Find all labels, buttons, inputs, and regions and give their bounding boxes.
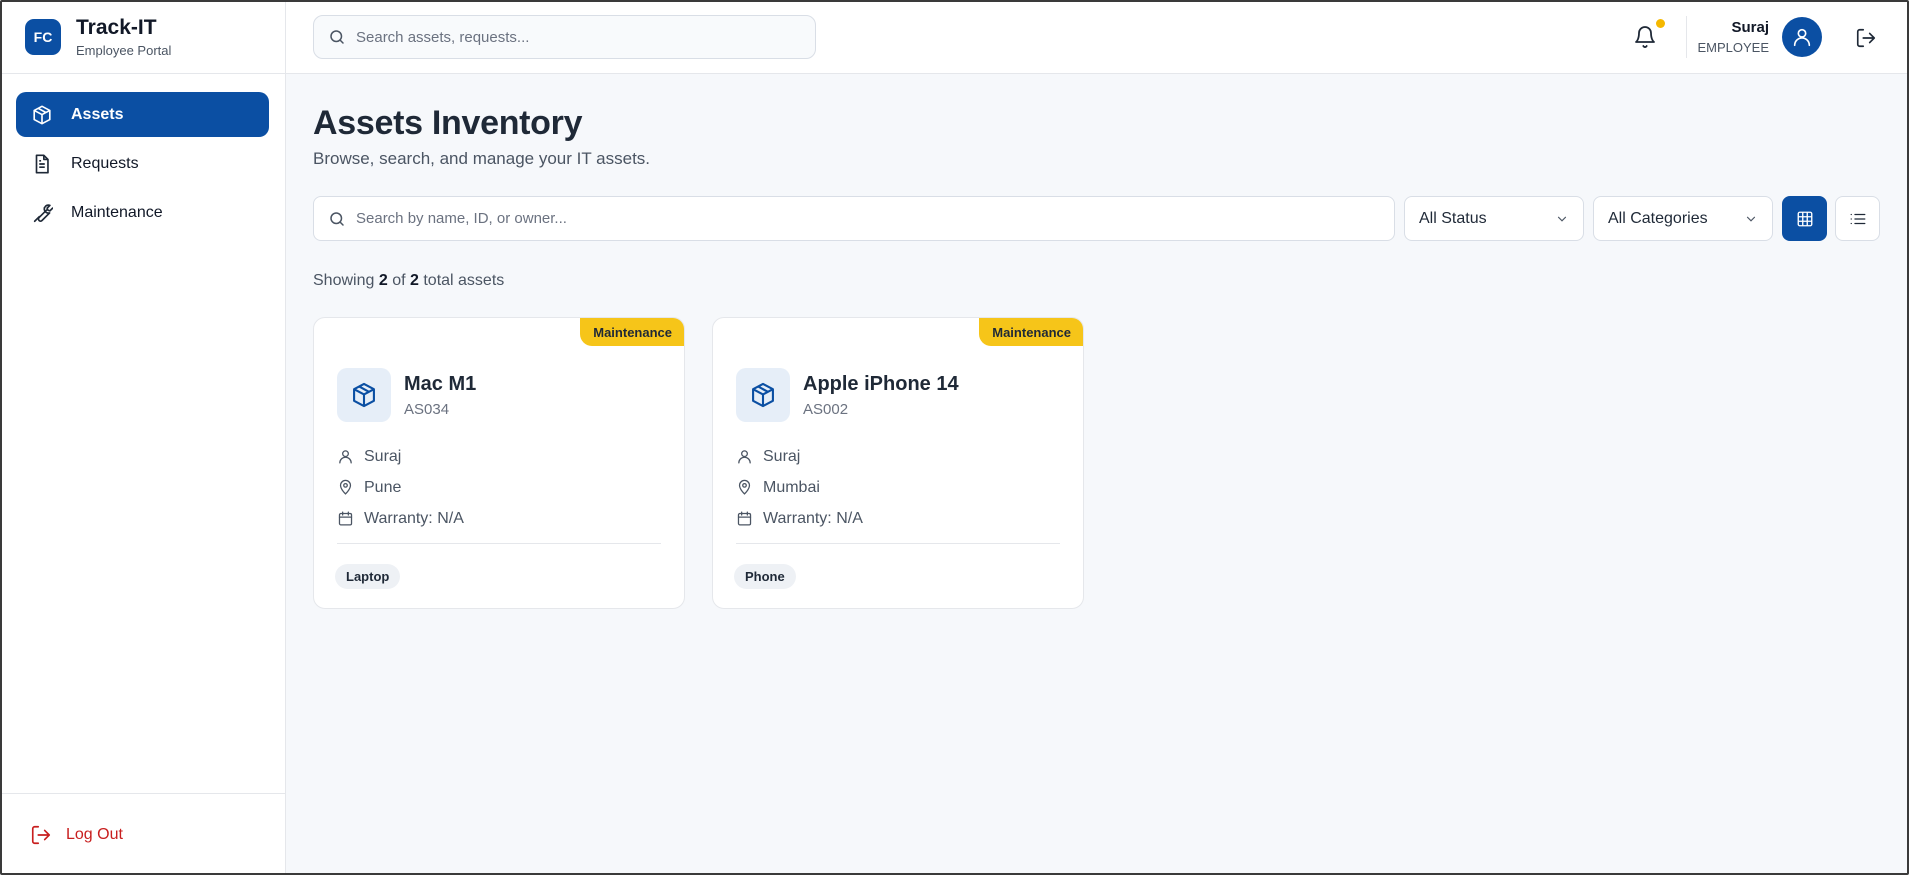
asset-card[interactable]: Maintenance Apple iPhone 14 AS002 Suraj …: [712, 317, 1084, 609]
calendar-icon: [737, 511, 752, 526]
logout-label: Log Out: [66, 825, 123, 843]
asset-owner: Suraj: [736, 441, 863, 472]
chevron-down-icon: [1557, 216, 1567, 222]
page-subtitle: Browse, search, and manage your IT asset…: [313, 149, 651, 168]
app-subtitle: Employee Portal: [76, 42, 172, 58]
sidebar: FC Track-IT Employee Portal Assets Reque…: [0, 0, 286, 875]
cube-icon: [752, 382, 774, 408]
status-select-value: All Status: [1419, 209, 1487, 227]
status-badge: Maintenance: [580, 318, 684, 346]
asset-search-input[interactable]: [356, 210, 1356, 227]
asset-card[interactable]: Maintenance Mac M1 AS034 Suraj Pune Warr…: [313, 317, 685, 609]
asset-location: Mumbai: [736, 472, 863, 503]
search-icon: [330, 211, 344, 226]
notification-dot: [1656, 19, 1665, 28]
asset-name: Mac M1: [404, 372, 477, 395]
top-header: Suraj EMPLOYEE: [286, 0, 1909, 74]
asset-icon-box: [337, 368, 391, 422]
filter-bar: All Status All Categories: [313, 196, 1880, 242]
bell-icon[interactable]: [1633, 25, 1657, 49]
asset-owner-text: Suraj: [364, 447, 402, 465]
status-select[interactable]: All Status: [1404, 196, 1584, 241]
user-name: Suraj: [1731, 19, 1769, 36]
main-content: Assets Inventory Browse, search, and man…: [313, 74, 1880, 617]
asset-icon-box: [736, 368, 790, 422]
asset-warranty-text: Warranty: N/A: [763, 509, 863, 527]
app-title: Track-IT: [76, 15, 157, 39]
category-select[interactable]: All Categories: [1593, 196, 1773, 241]
brand: FC Track-IT Employee Portal: [0, 0, 285, 74]
asset-location-text: Pune: [364, 478, 402, 496]
card-divider: [337, 543, 661, 544]
user-icon: [738, 450, 751, 464]
asset-warranty-text: Warranty: N/A: [364, 509, 464, 527]
brand-logo: FC: [25, 18, 61, 55]
cube-icon: [353, 382, 375, 408]
header-logout-icon[interactable]: [1855, 27, 1877, 49]
asset-location-text: Mumbai: [763, 478, 820, 496]
logout-button[interactable]: Log Out: [0, 793, 285, 875]
global-search[interactable]: [313, 15, 816, 59]
status-badge: Maintenance: [979, 318, 1083, 346]
asset-warranty: Warranty: N/A: [337, 503, 464, 534]
user-icon: [339, 450, 352, 464]
sidebar-item-requests[interactable]: Requests: [16, 141, 269, 186]
sidebar-item-label: Maintenance: [71, 203, 163, 221]
user-icon: [1793, 28, 1811, 47]
category-tag: Phone: [734, 564, 796, 589]
count-shown: 2: [378, 272, 388, 289]
sidebar-item-label: Requests: [71, 154, 139, 172]
grid-icon: [1797, 211, 1812, 226]
user-info: Suraj EMPLOYEE: [1697, 19, 1769, 55]
sidebar-item-label: Assets: [71, 105, 124, 123]
sidebar-item-maintenance[interactable]: Maintenance: [16, 190, 269, 235]
avatar[interactable]: [1782, 17, 1822, 57]
global-search-input[interactable]: [356, 28, 796, 46]
list-view-button[interactable]: [1835, 196, 1880, 241]
logout-icon: [31, 825, 51, 844]
chevron-down-icon: [1746, 216, 1756, 222]
asset-id: AS034: [404, 400, 450, 418]
asset-warranty: Warranty: N/A: [736, 503, 863, 534]
grid-view-button[interactable]: [1782, 196, 1827, 241]
count-of: of: [392, 272, 406, 289]
search-icon: [330, 30, 344, 44]
asset-grid: Maintenance Mac M1 AS034 Suraj Pune Warr…: [313, 317, 1879, 617]
results-count: Showing 2 of 2 total assets: [313, 272, 1879, 290]
asset-owner: Suraj: [337, 441, 464, 472]
calendar-icon: [338, 511, 353, 526]
header-divider: [1686, 16, 1687, 58]
count-suffix: total assets: [423, 272, 505, 289]
category-tag: Laptop: [335, 564, 401, 589]
page-title: Assets Inventory: [313, 104, 583, 142]
document-icon: [35, 153, 49, 174]
wrench-icon: [33, 203, 53, 222]
category-select-value: All Categories: [1608, 209, 1708, 227]
cube-icon: [33, 104, 51, 125]
asset-owner-text: Suraj: [763, 447, 801, 465]
asset-search[interactable]: [313, 196, 1395, 241]
map-pin-icon: [738, 479, 751, 495]
sidebar-item-assets[interactable]: Assets: [16, 92, 269, 137]
user-role: EMPLOYEE: [1697, 40, 1769, 55]
asset-location: Pune: [337, 472, 464, 503]
count-prefix: Showing: [313, 272, 375, 289]
map-pin-icon: [339, 479, 352, 495]
list-icon: [1850, 213, 1865, 224]
asset-name: Apple iPhone 14: [803, 372, 959, 395]
sidebar-nav: Assets Requests Maintenance: [0, 74, 285, 235]
asset-id: AS002: [803, 400, 849, 418]
count-total: 2: [409, 272, 419, 289]
card-divider: [736, 543, 1060, 544]
